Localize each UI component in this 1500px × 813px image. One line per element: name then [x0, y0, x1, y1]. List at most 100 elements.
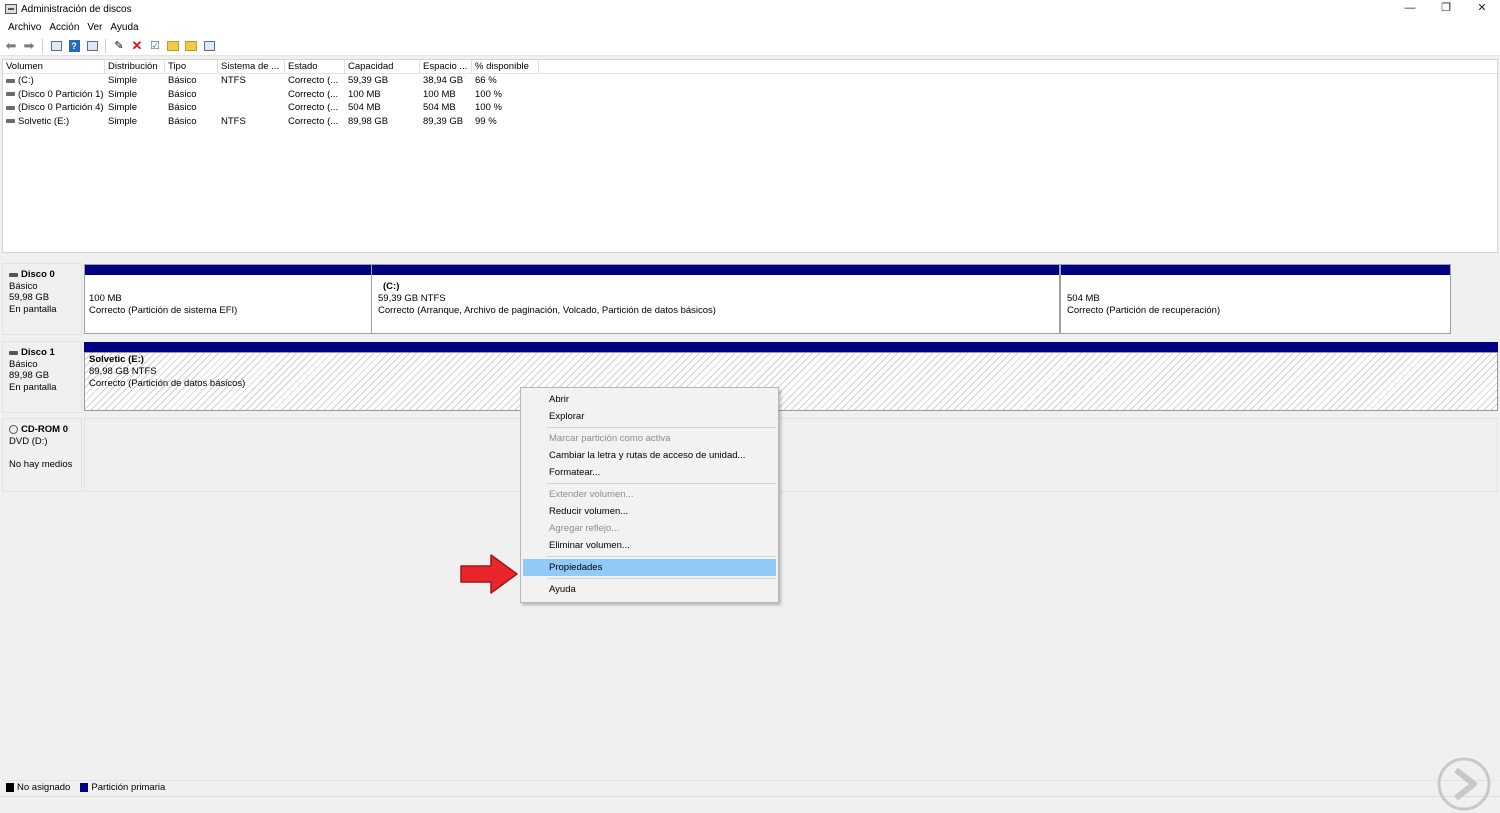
menu-item-propiedades[interactable]: Propiedades: [523, 559, 776, 576]
folder-up-icon[interactable]: [165, 38, 181, 54]
partition-solvetic-e[interactable]: Solvetic (E:) 89,98 GB NTFS Correcto (Pa…: [84, 342, 1498, 411]
cdrom-0-label[interactable]: CD-ROM 0 DVD (D:) No hay medios: [2, 418, 82, 492]
menu-ver[interactable]: Ver: [83, 22, 106, 33]
volume-icon: [6, 119, 15, 124]
table-cell: 504 MB: [423, 102, 456, 113]
table-cell: 100 MB: [423, 88, 456, 100]
table-row[interactable]: Solvetic (E:) Simple Básico NTFS Correct…: [3, 115, 1497, 129]
table-cell: 89,98 GB: [348, 115, 389, 127]
legend-swatch: [80, 783, 89, 792]
partition-status: Correcto (Partición de sistema EFI): [89, 305, 238, 316]
table-cell: Simple: [108, 75, 138, 86]
check-icon[interactable]: ☑: [147, 38, 163, 54]
table-cell: 89,39 GB: [423, 115, 464, 127]
table-cell: NTFS: [221, 115, 246, 127]
partition-size: 504 MB: [1067, 293, 1100, 304]
column-header-tipo[interactable]: Tipo: [165, 60, 218, 73]
disk-0-size: 59,98 GB: [9, 292, 50, 303]
table-cell: 66 %: [475, 75, 497, 86]
partition-c[interactable]: (C:) 59,39 GB NTFS Correcto (Arranque, A…: [371, 264, 1060, 334]
cdrom-spacer: [9, 447, 81, 459]
restore-button[interactable]: ❐: [1428, 0, 1464, 18]
partition-size: 100 MB: [89, 293, 122, 304]
column-header-distribucion[interactable]: Distribución: [105, 60, 165, 73]
column-header-disponible[interactable]: % disponible: [472, 60, 539, 73]
folder-icon[interactable]: [183, 38, 199, 54]
help-icon[interactable]: ?: [66, 38, 82, 54]
delete-icon[interactable]: ✕: [129, 38, 145, 54]
context-menu: Abrir Explorar Marcar partición como act…: [520, 387, 779, 603]
back-arrow-icon[interactable]: ⬅: [3, 38, 19, 54]
console-tree-icon[interactable]: [48, 38, 64, 54]
legend-swatch: [6, 783, 14, 792]
column-header-estado[interactable]: Estado: [285, 60, 345, 73]
menu-item-explorar[interactable]: Explorar: [523, 408, 776, 425]
solvetic-logo-icon: [1437, 757, 1491, 811]
red-arrow-icon: [460, 554, 518, 594]
volume-icon: [6, 105, 15, 110]
menu-archivo[interactable]: Archivo: [4, 22, 45, 33]
partition-recovery-body: 504 MB Correcto (Partición de recuperaci…: [1061, 275, 1450, 317]
partition-status: Correcto (Partición de datos básicos): [89, 378, 246, 389]
disk-1-status: En pantalla: [9, 381, 57, 393]
column-header-espacio[interactable]: Espacio ...: [420, 60, 472, 73]
disk-0-name-text: Disco 0: [21, 269, 55, 280]
window-controls: — ❐ ✕: [1392, 0, 1500, 18]
partition-efi[interactable]: 100 MB Correcto (Partición de sistema EF…: [84, 264, 372, 334]
partition-recovery[interactable]: 504 MB Correcto (Partición de recuperaci…: [1060, 264, 1451, 334]
menu-item-abrir[interactable]: Abrir: [523, 391, 776, 408]
table-cell: Básico: [168, 75, 197, 86]
cdrom-0-drive: DVD (D:): [9, 435, 48, 447]
menu-ayuda[interactable]: Ayuda: [106, 22, 142, 33]
menu-item-reducir[interactable]: Reducir volumen...: [523, 503, 776, 520]
disk-1-name-text: Disco 1: [21, 347, 55, 358]
table-cell: 100 %: [475, 102, 502, 113]
close-button[interactable]: ✕: [1464, 0, 1500, 18]
menu-item-ayuda[interactable]: Ayuda: [523, 581, 776, 598]
volume-name: (Disco 0 Partición 4): [18, 102, 104, 113]
cdrom-0-name-text: CD-ROM 0: [21, 424, 68, 435]
properties-icon[interactable]: [84, 38, 100, 54]
cd-icon: [9, 425, 18, 435]
column-header-volumen[interactable]: Volumen: [3, 60, 105, 73]
menu-separator: [547, 578, 776, 579]
table-cell: Correcto (...: [288, 75, 339, 86]
cdrom-0-name: CD-ROM 0: [9, 424, 81, 436]
column-header-sistema[interactable]: Sistema de ...: [218, 60, 285, 73]
minimize-button[interactable]: —: [1392, 0, 1428, 18]
table-cell: Básico: [168, 88, 197, 100]
toolbar-separator: [105, 38, 106, 53]
toolbar-separator: [42, 38, 43, 53]
legend-primary: Partición primaria: [80, 782, 165, 793]
table-cell: Simple: [108, 115, 138, 127]
forward-arrow-icon[interactable]: ➡: [21, 38, 37, 54]
column-header-capacidad[interactable]: Capacidad: [345, 60, 420, 73]
menu-accion[interactable]: Acción: [45, 22, 83, 33]
table-row[interactable]: (C:) Simple Básico NTFS Correcto (... 59…: [3, 74, 1497, 88]
partition-efi-body: 100 MB Correcto (Partición de sistema EF…: [85, 275, 371, 317]
table-row[interactable]: (Disco 0 Partición 4) Simple Básico Corr…: [3, 101, 1497, 115]
menu-item-agregar-reflejo: Agregar reflejo...: [549, 523, 620, 534]
table-cell: [218, 101, 285, 115]
table-cell: Simple: [108, 102, 138, 113]
menu-item-formatear[interactable]: Formatear...: [523, 464, 776, 481]
partition-title: Solvetic (E:): [89, 354, 144, 365]
volume-icon: [6, 78, 15, 83]
volume-name: Solvetic (E:): [18, 115, 70, 127]
table-row[interactable]: (Disco 0 Partición 1) Simple Básico Corr…: [3, 88, 1497, 102]
disk-0-label[interactable]: Disco 0 Básico 59,98 GB En pantalla: [2, 263, 82, 335]
menu-item-cambiar-letra[interactable]: Cambiar la letra y rutas de acceso de un…: [523, 447, 776, 464]
menu-item-eliminar[interactable]: Eliminar volumen...: [523, 537, 776, 554]
primary-partition-bar: [1061, 265, 1450, 275]
table-cell: 100 %: [475, 88, 502, 100]
connect-icon[interactable]: ✎: [111, 38, 127, 54]
table-cell: 38,94 GB: [423, 75, 464, 86]
cdrom-0-area[interactable]: [84, 418, 1498, 492]
legend-label: Partición primaria: [91, 782, 166, 793]
status-bar: [0, 796, 1500, 813]
disk-icon: [9, 350, 18, 355]
menu-item-marcar-activa: Marcar partición como activa: [549, 433, 671, 444]
disk-1-size: 89,98 GB: [9, 370, 50, 381]
disk-1-label[interactable]: Disco 1 Básico 89,98 GB En pantalla: [2, 341, 82, 413]
view-icon[interactable]: [201, 38, 217, 54]
